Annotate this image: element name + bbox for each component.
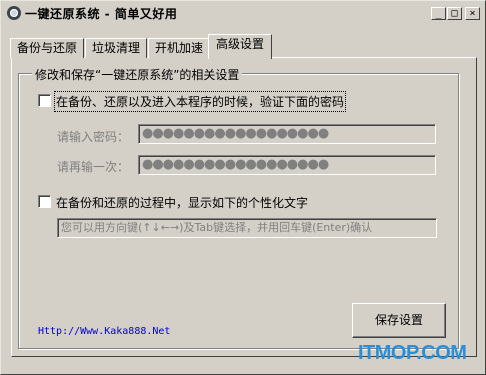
tab-advanced-settings[interactable]: 高级设置 <box>208 34 272 59</box>
custom-text-checkbox[interactable] <box>38 195 51 208</box>
password-checkbox[interactable] <box>38 94 51 107</box>
tab-boot-speedup[interactable]: 开机加速 <box>148 38 210 58</box>
confirm-password-label: 请再输一次： <box>57 160 130 174</box>
confirm-password-input[interactable]: ●●●●●●●●●●●●●●●●●● <box>138 155 436 175</box>
password-input[interactable]: ●●●●●●●●●●●●●●●●●● <box>138 124 436 144</box>
close-button[interactable]: × <box>465 7 480 20</box>
password-checkbox-label[interactable]: 在备份、还原以及进入本程序的时候，验证下面的密码 <box>53 91 347 112</box>
maximize-button[interactable]: □ <box>447 7 462 20</box>
app-icon <box>7 6 21 20</box>
watermark-logo: ITMOP.COM <box>358 342 467 364</box>
website-link[interactable]: Http://Www.Kaka888.Net <box>38 326 170 337</box>
custom-text-input[interactable]: 您可以用方向键(↑↓←→)及Tab键选择，并用回车键(Enter)确认 <box>57 218 437 238</box>
tab-backup-restore[interactable]: 备份与还原 <box>10 38 84 58</box>
password-label: 请输入密码： <box>57 130 130 144</box>
groupbox-title: 修改和保存“一键还原系统”的相关设置 <box>32 66 243 83</box>
minimize-button[interactable]: _ <box>431 7 446 20</box>
tab-junk-cleanup[interactable]: 垃圾清理 <box>85 38 147 58</box>
save-settings-button[interactable]: 保存设置 <box>352 303 446 338</box>
custom-text-checkbox-label[interactable]: 在备份和还原的过程中，显示如下的个性化文字 <box>56 194 308 211</box>
title-bar[interactable]: 一键还原系统 - 简单又好用 _ □ × <box>3 3 483 23</box>
window-title: 一键还原系统 - 简单又好用 <box>25 7 178 21</box>
